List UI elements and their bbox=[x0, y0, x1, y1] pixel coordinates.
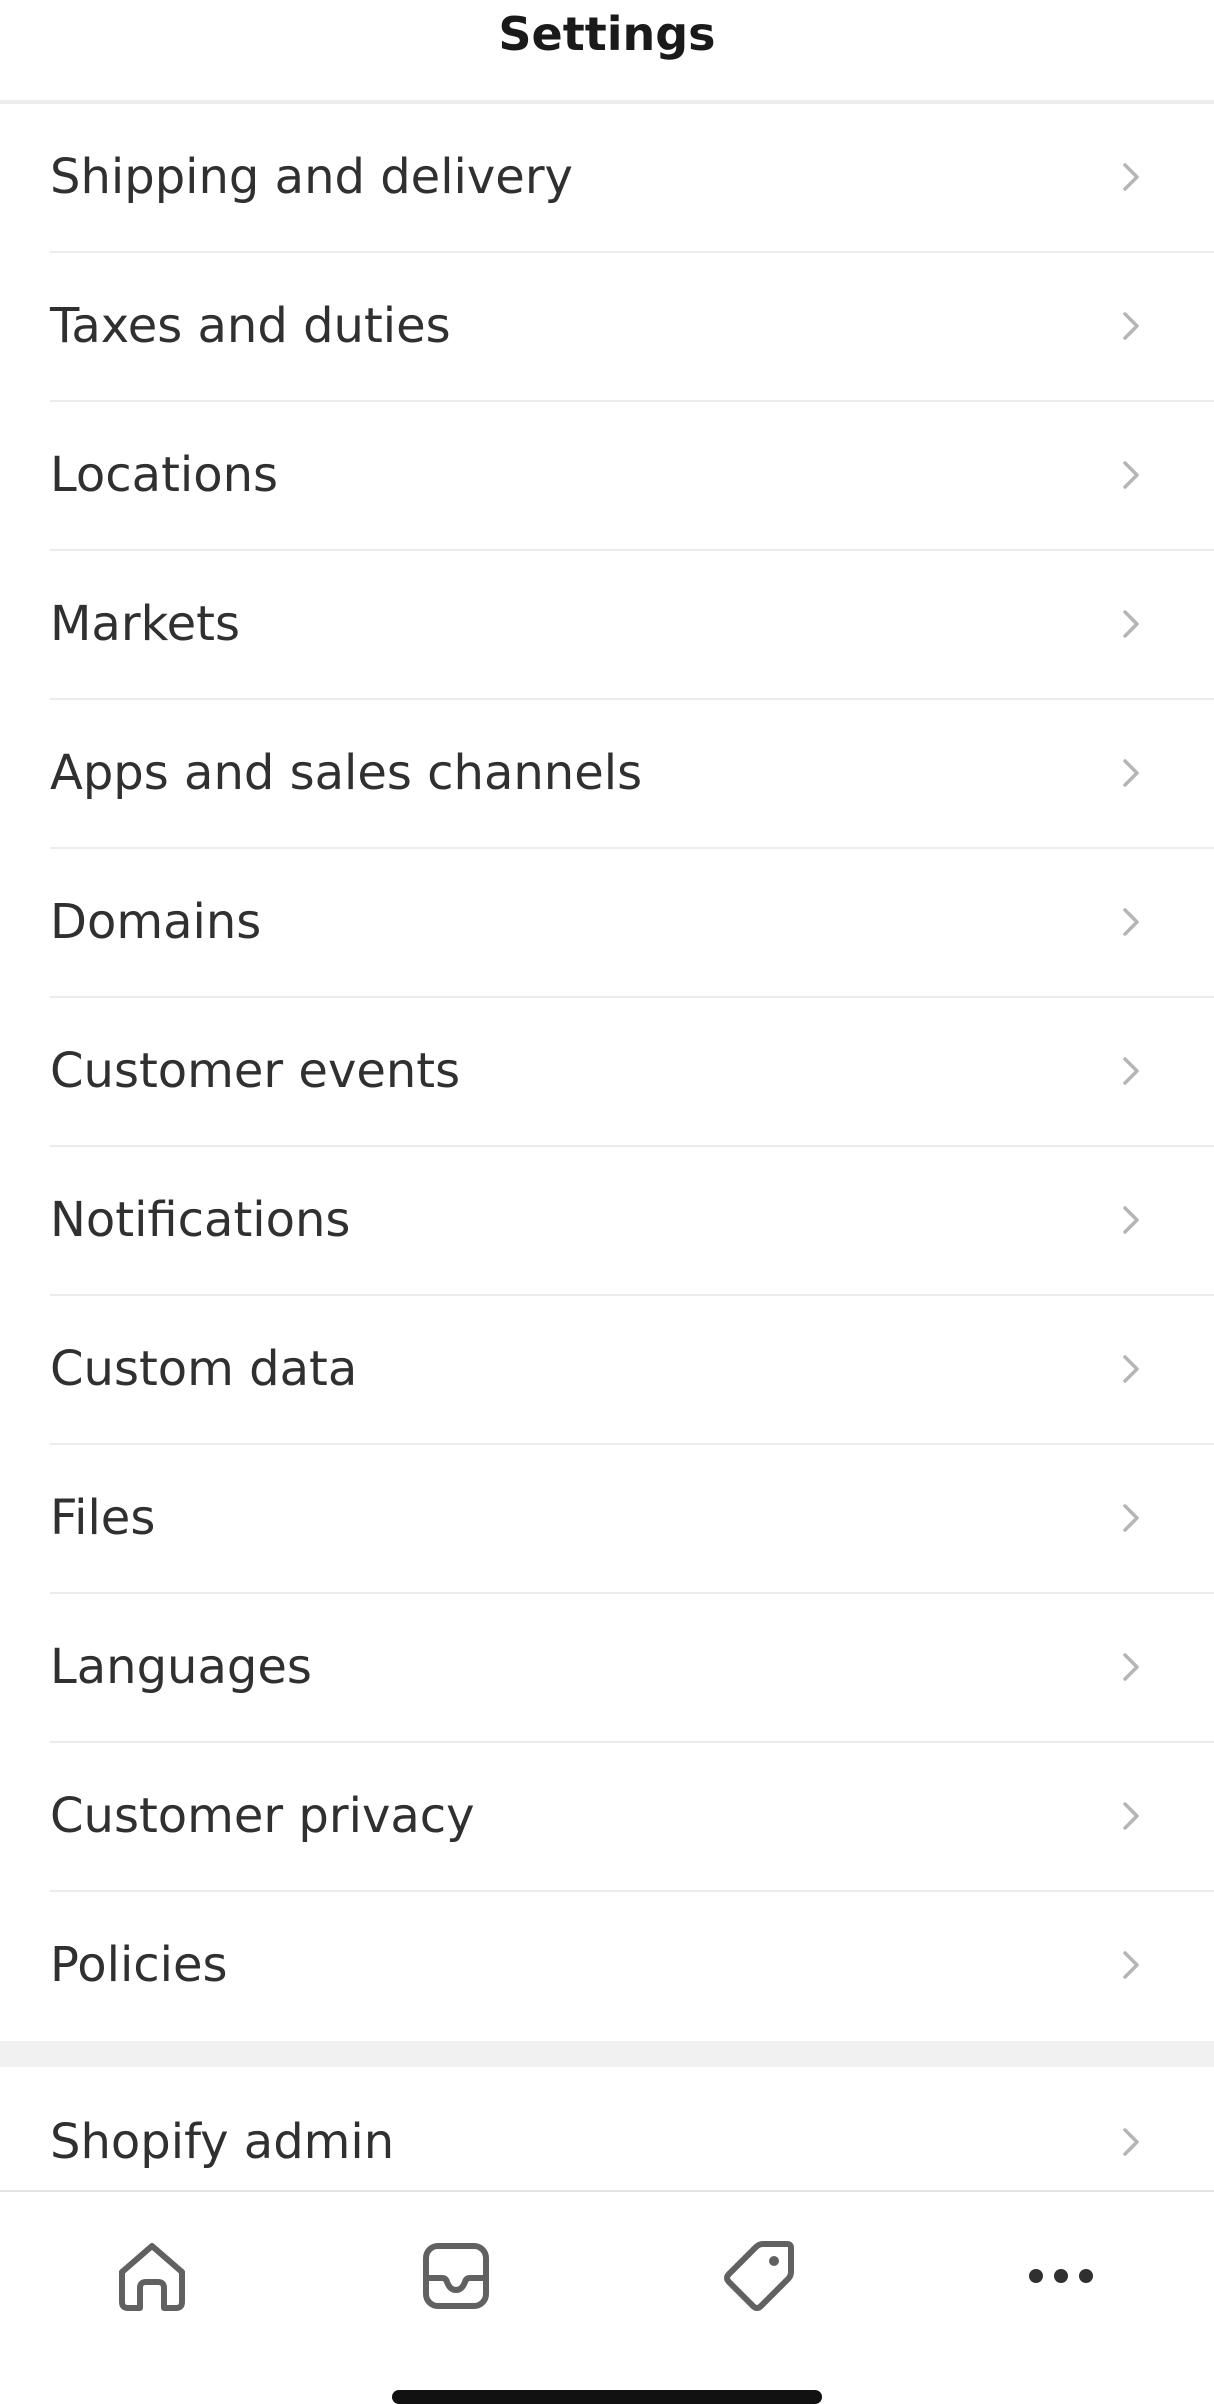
settings-item-shopify-admin[interactable]: Shopify admin bbox=[50, 2067, 1214, 2190]
settings-item-apps-and-sales-channels[interactable]: Apps and sales channels bbox=[50, 700, 1214, 849]
settings-item-languages[interactable]: Languages bbox=[50, 1594, 1214, 1743]
chevron-right-icon bbox=[1123, 163, 1139, 191]
page-title: Settings bbox=[498, 7, 716, 61]
home-icon bbox=[119, 2243, 185, 2311]
settings-item-label: Apps and sales channels bbox=[50, 745, 643, 801]
secondary-settings-list: Shopify admin bbox=[0, 2067, 1214, 2190]
chevron-right-icon bbox=[1123, 461, 1139, 489]
settings-item-label: Markets bbox=[50, 596, 241, 652]
settings-item-label: Domains bbox=[50, 894, 262, 950]
settings-item-label: Files bbox=[50, 1490, 156, 1546]
settings-item-label: Locations bbox=[50, 447, 279, 503]
chevron-right-icon bbox=[1123, 1504, 1139, 1532]
settings-item-taxes-and-duties[interactable]: Taxes and duties bbox=[50, 253, 1214, 402]
settings-item-label: Languages bbox=[50, 1639, 312, 1695]
chevron-right-icon bbox=[1123, 1057, 1139, 1085]
bottom-tab-bar bbox=[0, 2190, 1214, 2396]
settings-item-label: Notifications bbox=[50, 1192, 351, 1248]
settings-list: Shipping and delivery Taxes and duties L… bbox=[0, 104, 1214, 2041]
settings-item-customer-privacy[interactable]: Customer privacy bbox=[50, 1743, 1214, 1892]
settings-item-policies[interactable]: Policies bbox=[50, 1892, 1214, 2041]
settings-item-customer-events[interactable]: Customer events bbox=[50, 998, 1214, 1147]
chevron-right-icon bbox=[1123, 1653, 1139, 1681]
chevron-right-icon bbox=[1123, 2128, 1139, 2156]
chevron-right-icon bbox=[1123, 1206, 1139, 1234]
chevron-right-icon bbox=[1123, 759, 1139, 787]
inbox-icon bbox=[423, 2243, 489, 2309]
settings-item-markets[interactable]: Markets bbox=[50, 551, 1214, 700]
chevron-right-icon bbox=[1123, 908, 1139, 936]
settings-item-label: Custom data bbox=[50, 1341, 358, 1397]
settings-item-files[interactable]: Files bbox=[50, 1445, 1214, 1594]
tab-inbox[interactable] bbox=[416, 2236, 496, 2316]
chevron-right-icon bbox=[1123, 610, 1139, 638]
settings-item-label: Customer events bbox=[50, 1043, 461, 1099]
settings-item-label: Taxes and duties bbox=[50, 298, 451, 354]
settings-item-label: Customer privacy bbox=[50, 1788, 475, 1844]
settings-item-label: Shipping and delivery bbox=[50, 149, 573, 205]
header-bar: Settings bbox=[0, 0, 1214, 104]
tab-home[interactable] bbox=[112, 2236, 192, 2316]
chevron-right-icon bbox=[1123, 312, 1139, 340]
tag-icon bbox=[724, 2241, 794, 2311]
settings-item-custom-data[interactable]: Custom data bbox=[50, 1296, 1214, 1445]
tab-more[interactable] bbox=[1021, 2236, 1101, 2316]
settings-item-shipping-and-delivery[interactable]: Shipping and delivery bbox=[50, 104, 1214, 253]
home-indicator[interactable] bbox=[392, 2390, 822, 2404]
settings-item-label: Policies bbox=[50, 1937, 228, 1993]
chevron-right-icon bbox=[1123, 1951, 1139, 1979]
settings-item-locations[interactable]: Locations bbox=[50, 402, 1214, 551]
chevron-right-icon bbox=[1123, 1802, 1139, 1830]
chevron-right-icon bbox=[1123, 1355, 1139, 1383]
tab-products[interactable] bbox=[719, 2236, 799, 2316]
more-icon bbox=[1029, 2269, 1093, 2283]
settings-item-notifications[interactable]: Notifications bbox=[50, 1147, 1214, 1296]
settings-item-domains[interactable]: Domains bbox=[50, 849, 1214, 998]
section-divider bbox=[0, 2041, 1214, 2067]
